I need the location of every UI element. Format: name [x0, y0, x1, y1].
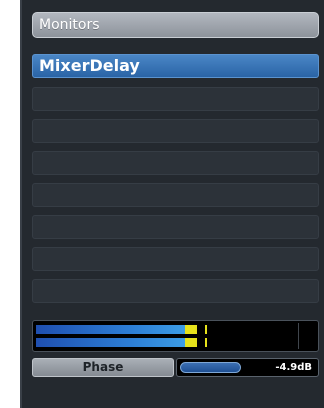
right-channel-peak [205, 338, 207, 347]
slot-6[interactable] [32, 215, 319, 239]
slot-2[interactable] [32, 87, 319, 111]
slot-4[interactable] [32, 151, 319, 175]
slot-3[interactable] [32, 119, 319, 143]
phase-button[interactable]: Phase [32, 358, 174, 377]
left-channel-level [36, 325, 197, 334]
right-channel-yellow [185, 338, 197, 347]
right-channel-level [36, 338, 197, 347]
slot-1[interactable]: MixerDelay [32, 54, 319, 78]
phase-value: -4.9dB [275, 362, 312, 373]
monitors-header[interactable]: Monitors [32, 12, 319, 38]
left-edge [0, 0, 20, 408]
left-channel-peak [205, 325, 207, 334]
monitors-panel: Monitors MixerDelay Phase -4.9dB [20, 0, 324, 408]
level-meter [32, 320, 319, 352]
phase-meter: -4.9dB [176, 358, 319, 377]
phase-level-bar [180, 362, 241, 373]
slot-7[interactable] [32, 247, 319, 271]
meter-marker [298, 323, 299, 349]
slot-8[interactable] [32, 279, 319, 303]
slot-5[interactable] [32, 183, 319, 207]
left-channel-yellow [185, 325, 197, 334]
